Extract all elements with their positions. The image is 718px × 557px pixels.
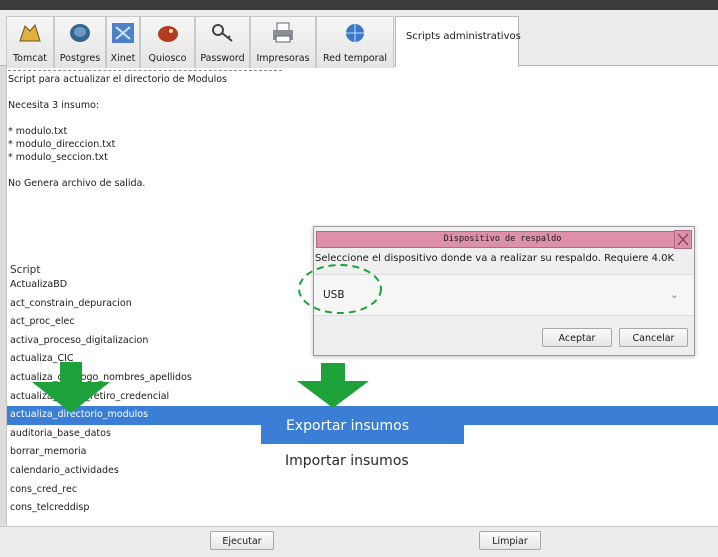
tab-quiosco[interactable]: Quiosco [140, 16, 195, 68]
toolbar: Tomcat Postgres Xinet Quiosco Password I… [0, 10, 718, 68]
close-icon[interactable] [674, 230, 692, 249]
tab-scripts-administrativos[interactable]: Scripts administrativos [395, 16, 521, 67]
script-column-header: Script [10, 264, 41, 276]
globe-network-icon [346, 24, 364, 42]
tab-tomcat[interactable]: Tomcat [6, 16, 54, 68]
window-top-bar [0, 0, 718, 10]
printer-icon [273, 22, 293, 43]
description-separator [8, 70, 282, 71]
key-icon [211, 24, 233, 42]
annotation-dashed-circle [298, 264, 382, 314]
bottom-button-bar: Ejecutar Limpiar [0, 526, 718, 557]
tab-label: Tomcat [12, 53, 48, 64]
run-button[interactable]: Ejecutar [210, 531, 274, 550]
tab-impresoras[interactable]: Impresoras [250, 16, 316, 68]
description-line [8, 86, 308, 99]
list-item[interactable]: cons_cred_rec [7, 481, 718, 500]
postgres-elephant-icon [70, 24, 90, 42]
annotation-arrow-icon [32, 362, 110, 413]
tab-label: Password [200, 53, 245, 64]
kiosk-icon [157, 26, 178, 42]
dialog-title: Dispositivo de respaldo [316, 231, 689, 248]
description-line [8, 112, 308, 125]
description-line: Necesita 3 insumo: [8, 100, 100, 111]
description-line [8, 164, 308, 177]
cancel-button[interactable]: Cancelar [619, 328, 688, 347]
tab-label: Quiosco [148, 53, 187, 64]
description-line: * modulo.txt [8, 126, 68, 137]
left-panel-edge [0, 66, 7, 556]
tab-red-temporal[interactable]: Red temporal [316, 16, 394, 68]
accept-button[interactable]: Aceptar [542, 328, 612, 347]
tab-label: Red temporal [322, 53, 388, 64]
tab-label: Scripts administrativos [406, 31, 521, 42]
tomcat-icon [19, 23, 41, 42]
tab-label: Impresoras [256, 53, 310, 64]
description-line: * modulo_direccion.txt [8, 139, 116, 150]
xinet-icon [112, 23, 134, 43]
annotation-arrow-icon [297, 363, 369, 408]
import-inputs-menu-item[interactable]: Importar insumos [285, 453, 409, 469]
description-line: * modulo_seccion.txt [8, 152, 108, 163]
tab-password[interactable]: Password [195, 16, 250, 68]
clear-button[interactable]: Limpiar [479, 531, 541, 550]
tab-label: Xinet [110, 53, 136, 64]
list-item[interactable]: cons_telcreddisp [7, 499, 718, 518]
description-line: No Genera archivo de salida. [8, 178, 146, 189]
export-inputs-menu-item[interactable]: Exportar insumos [261, 409, 464, 444]
script-description: Script para actualizar el directorio de … [8, 70, 308, 190]
description-line: Script para actualizar el directorio de … [8, 74, 228, 85]
tab-postgres[interactable]: Postgres [54, 16, 106, 68]
tab-xinet[interactable]: Xinet [106, 16, 140, 68]
context-menu: Exportar insumos Importar insumos [261, 409, 464, 469]
tab-label: Postgres [59, 53, 101, 64]
chevron-down-icon: ⌄ [669, 288, 679, 301]
